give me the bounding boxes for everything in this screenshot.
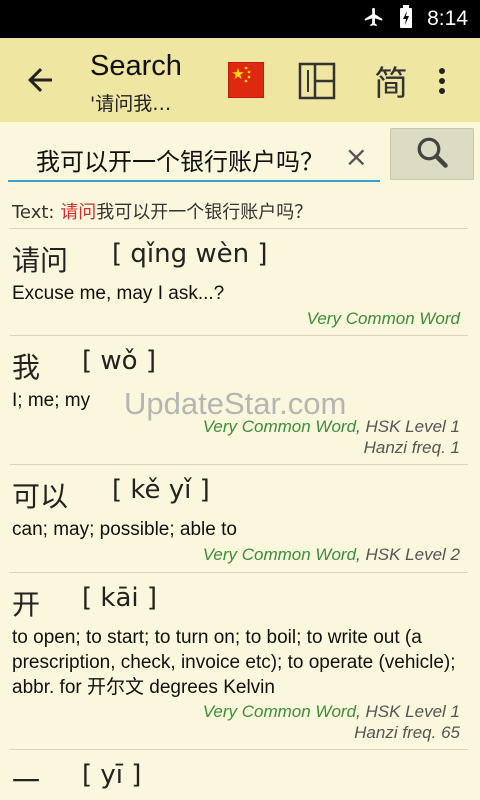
entry-hanzi: 开 (12, 588, 41, 621)
search-input-text: 我可以开一个银行账户吗？ (36, 148, 324, 176)
page-subtitle: '请问我… (90, 93, 172, 115)
entry-tag-hsk: , HSK Level 1 (356, 702, 460, 721)
airplane-mode-icon (363, 6, 385, 32)
entry-hanzi: 请问 (12, 244, 69, 277)
simplified-toggle-button[interactable]: 简 (374, 56, 408, 105)
status-time: 8:14 (427, 7, 468, 30)
entry-definition: can; may; possible; able to (12, 519, 237, 540)
battery-charging-icon (399, 5, 413, 33)
entry-tag-hsk: , HSK Level 2 (356, 545, 460, 564)
app-bar: Search '请问我… 简 (0, 38, 480, 122)
search-icon (414, 134, 450, 174)
entry-definition: Excuse me, may I ask...? (12, 283, 225, 304)
layout-icon[interactable] (298, 62, 336, 100)
page-title: Search (90, 50, 182, 82)
search-input[interactable]: 我可以开一个银行账户吗？ × (8, 136, 380, 182)
entry-pinyin: [ wǒ ] (82, 346, 156, 376)
entry-hanzi-freq: Hanzi freq. 65 (354, 723, 460, 742)
text-rest: 我可以开一个银行账户吗？ (96, 202, 313, 223)
entry-tag-common: Very Common Word (306, 309, 460, 328)
entry-hanzi: 可以 (12, 480, 69, 513)
analyzed-text: Text: 请问我可以开一个银行账户吗？ (12, 198, 312, 224)
entry-tag-common: Very Common Word (202, 545, 357, 564)
entry-tags: Very Common Word, HSK Level 2 (203, 544, 460, 565)
entry-pinyin: [ qǐng wèn ] (112, 239, 268, 269)
status-bar: 8:14 (0, 0, 480, 38)
entry-definition: to open; to start; to turn on; to boil; … (12, 627, 456, 698)
list-item[interactable]: 开 [ kāi ] to open; to start; to turn on;… (0, 573, 480, 749)
text-prefix: Text: (12, 202, 61, 223)
entry-hanzi: 我 (12, 351, 41, 384)
entry-pinyin: [ kě yǐ ] (112, 475, 210, 505)
list-item[interactable]: 一 [ yī ] (0, 750, 480, 800)
watermark-text: UpdateStar.com (124, 386, 347, 421)
entry-tags: Very Common Word, HSK Level 1 Hanzi freq… (203, 416, 460, 458)
entry-tag-hsk: , HSK Level 1 (356, 417, 460, 436)
entry-hanzi-freq: Hanzi freq. 1 (363, 438, 460, 457)
search-button[interactable] (390, 128, 474, 180)
entry-tags: Very Common Word (307, 308, 460, 329)
back-arrow-icon[interactable] (22, 62, 58, 98)
list-item[interactable]: 请问 [ qǐng wèn ] Excuse me, may I ask...?… (0, 229, 480, 335)
entry-pinyin: [ yī ] (82, 760, 142, 790)
overflow-menu-icon[interactable] (432, 64, 452, 98)
list-item[interactable]: 可以 [ kě yǐ ] can; may; possible; able to… (0, 465, 480, 572)
china-flag-icon[interactable] (228, 62, 264, 98)
clear-icon[interactable]: × (345, 140, 368, 173)
entry-hanzi: 一 (12, 765, 41, 798)
entry-tag-common: Very Common Word (202, 702, 357, 721)
text-highlight: 请问 (60, 202, 97, 223)
search-row: 我可以开一个银行账户吗？ × (0, 122, 480, 192)
entry-tags: Very Common Word, HSK Level 1 Hanzi freq… (203, 701, 460, 743)
entry-pinyin: [ kāi ] (82, 583, 158, 613)
